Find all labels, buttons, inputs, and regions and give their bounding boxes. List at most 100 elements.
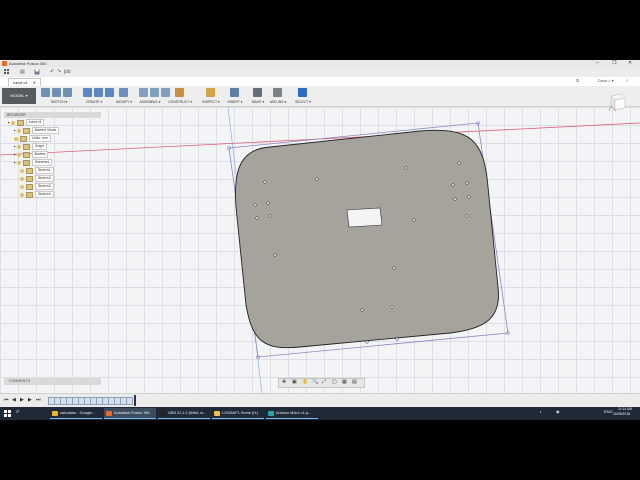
sketch-tool-icon[interactable] (41, 88, 50, 97)
nav-tool-icon[interactable]: ▣ (292, 379, 297, 385)
browser-item[interactable]: Sketch1 (20, 167, 54, 174)
nav-tool-icon[interactable]: 🔍 (312, 379, 318, 385)
mounting-hole[interactable] (465, 181, 469, 185)
mounting-hole[interactable] (273, 253, 277, 257)
visibility-bulb-icon[interactable] (14, 136, 18, 141)
ribbon-group-create[interactable]: CREATE ▾ (81, 88, 114, 104)
visibility-bulb-icon[interactable] (16, 152, 21, 157)
assemble-tool-icon[interactable] (150, 88, 159, 97)
create-tool-icon[interactable] (83, 88, 92, 97)
taskbar-app[interactable]: LOGANF1 Home (H:) (212, 408, 264, 419)
mounting-hole[interactable] (467, 195, 471, 199)
timeline-control-icon[interactable]: ▶ (28, 397, 32, 403)
browser-item[interactable]: Units: mm (14, 135, 51, 142)
timeline-control-icon[interactable]: ▶ (20, 397, 24, 403)
browser-item[interactable]: ▸ Origin (14, 143, 48, 150)
sketch-tool-icon[interactable] (52, 88, 61, 97)
rectangular-cutout[interactable] (346, 207, 383, 228)
mounting-hole[interactable] (392, 266, 396, 270)
tray-chrome-icon[interactable]: ◉ (556, 409, 560, 414)
timeline-control-icon[interactable]: ⏭ (36, 397, 41, 403)
ribbon-group-modify[interactable]: MODIFY ▾ (111, 88, 137, 104)
visibility-bulb-icon[interactable] (20, 168, 24, 173)
timeline-control-icon[interactable]: ⏮ (4, 397, 9, 403)
browser-item[interactable]: Sketch3 (20, 183, 54, 190)
ribbon-group-add-ins[interactable]: ADD-INS ▾ (265, 88, 291, 104)
timeline-control-icon[interactable]: ◀ (12, 397, 16, 403)
visibility-bulb-icon[interactable] (20, 176, 24, 181)
browser-item[interactable]: ▸ robot v4 (8, 119, 45, 126)
make-tool-icon[interactable] (253, 88, 262, 97)
nav-tool-icon[interactable]: ⤢ (322, 379, 326, 385)
visibility-bulb-icon[interactable] (10, 120, 15, 125)
taskbar-app[interactable]: Arduino Motor v1.p... (266, 408, 318, 419)
visibility-bulb-icon[interactable] (16, 128, 21, 133)
mounting-hole[interactable] (395, 337, 399, 341)
taskbar-app[interactable]: calculator - Google... (50, 408, 102, 419)
workspace-switcher[interactable]: MODEL ▾ (2, 88, 36, 104)
taskbar-app[interactable]: OBS 21.1.2 (64bit, w... (158, 408, 210, 419)
nav-tool-icon[interactable]: ▦ (342, 379, 347, 385)
mounting-hole[interactable] (365, 340, 369, 344)
ribbon-group-select[interactable]: SELECT ▾ (290, 88, 316, 104)
nav-tool-icon[interactable]: ▢ (332, 379, 337, 385)
browser-header[interactable]: BROWSER (4, 112, 101, 118)
nav-tool-icon[interactable]: ✥ (282, 379, 286, 385)
visibility-bulb-icon[interactable] (16, 144, 21, 149)
maximize-button[interactable]: ❐ (612, 60, 616, 66)
file-menu-icon[interactable]: ▤ (20, 69, 25, 75)
insert-tool-icon[interactable] (230, 88, 239, 97)
sketch-tool-icon[interactable] (63, 88, 72, 97)
taskbar-search-icon[interactable]: ⌕ (16, 409, 19, 416)
ribbon-group-sketch[interactable]: SKETCH ▾ (39, 88, 79, 104)
data-panel-grid-icon[interactable] (4, 69, 10, 75)
browser-item[interactable]: Sketch4 (20, 191, 54, 198)
mounting-hole[interactable] (253, 203, 257, 207)
mounting-hole[interactable] (453, 197, 457, 201)
user-account-menu[interactable]: Dave L ▾ (598, 78, 614, 83)
timeline-feature[interactable] (126, 397, 133, 405)
mounting-hole[interactable] (255, 216, 259, 220)
mounting-hole[interactable] (451, 183, 455, 187)
mounting-hole[interactable] (412, 218, 416, 222)
taskbar-app[interactable]: Autodesk Fusion 360 (104, 408, 156, 419)
mounting-hole[interactable] (457, 161, 461, 165)
ribbon-group-construct[interactable]: CONSTRUCT ▾ (167, 88, 193, 104)
clock-time[interactable]: 11:14 AM (618, 407, 632, 411)
select-tool-icon[interactable] (298, 88, 307, 97)
browser-item[interactable]: Sketch2 (20, 175, 54, 182)
mounting-hole[interactable] (404, 166, 408, 170)
undo-icon[interactable]: ↶ (50, 69, 54, 75)
comments-panel[interactable]: COMMENTS (4, 378, 101, 385)
notifications-icon[interactable]: ⏲ (576, 78, 579, 83)
save-icon[interactable] (34, 69, 40, 75)
ribbon-group-inspect[interactable]: INSPECT ▾ (198, 88, 224, 104)
close-window-button[interactable]: ✕ (628, 60, 632, 66)
redo-icon[interactable]: ↷ (57, 69, 61, 75)
help-icon[interactable]: ? (626, 78, 628, 83)
mounting-hole[interactable] (360, 308, 364, 312)
ribbon-group-assemble[interactable]: ASSEMBLE ▾ (137, 88, 170, 104)
browser-item[interactable]: ▸ Bodies (14, 151, 49, 158)
mounting-hole[interactable] (390, 305, 394, 309)
browser-item[interactable]: ▸ Named Views (14, 127, 60, 134)
mounting-hole[interactable] (268, 214, 272, 218)
add-ins-tool-icon[interactable] (273, 88, 282, 97)
mounting-hole[interactable] (465, 214, 469, 218)
create-tool-icon[interactable] (94, 88, 103, 97)
inspect-tool-icon[interactable] (206, 88, 215, 97)
language-indicator[interactable]: ENG (604, 409, 613, 414)
visibility-bulb-icon[interactable] (16, 160, 21, 165)
close-tab-icon[interactable]: ✕ (33, 80, 36, 85)
browser-item[interactable]: ▸ Sketches (14, 159, 53, 166)
visibility-bulb-icon[interactable] (20, 192, 24, 197)
view-cube[interactable] (607, 90, 629, 112)
assemble-tool-icon[interactable] (139, 88, 148, 97)
modify-tool-icon[interactable] (119, 88, 128, 97)
mounting-hole[interactable] (315, 177, 319, 181)
document-tab[interactable]: robot v4 ✕ (8, 78, 41, 86)
nav-tool-icon[interactable]: ▤ (352, 379, 357, 385)
windows-start-icon[interactable] (4, 410, 11, 417)
mounting-hole[interactable] (263, 180, 267, 184)
clock-date[interactable]: 16/05/2018 (613, 412, 630, 416)
